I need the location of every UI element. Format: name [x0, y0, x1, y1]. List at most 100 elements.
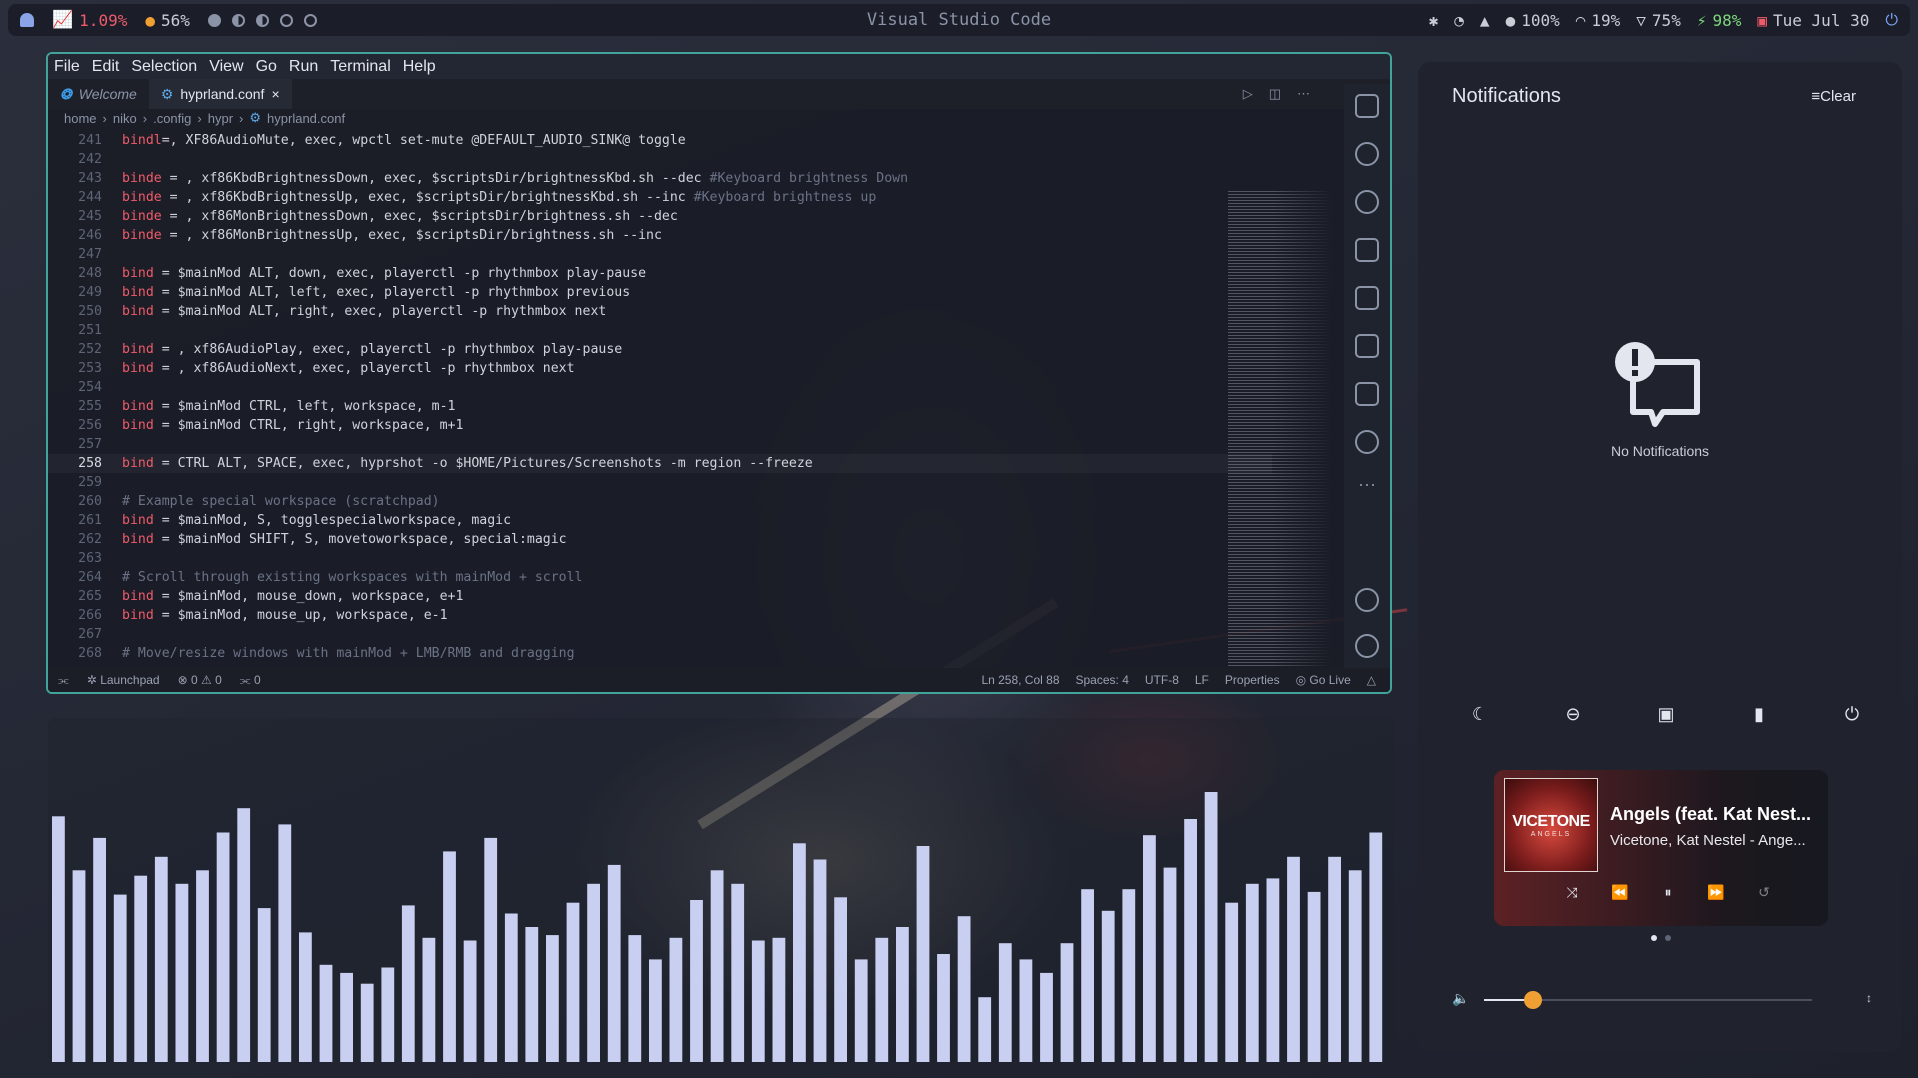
split-editor-icon[interactable]: ◫: [1269, 86, 1281, 102]
cursor-position[interactable]: Ln 258, Col 88: [981, 673, 1059, 687]
code-line[interactable]: 244 binde = , xf86KbdBrightnessUp, exec, …: [48, 188, 1272, 207]
next-icon[interactable]: ⏩: [1704, 884, 1728, 901]
code-line[interactable]: 259: [48, 473, 1272, 492]
video-icon[interactable]: ▮: [1745, 700, 1773, 728]
testing-icon[interactable]: [1355, 382, 1379, 406]
code-line[interactable]: 247: [48, 245, 1272, 264]
indentation[interactable]: Spaces: 4: [1076, 673, 1129, 687]
problems-item[interactable]: ⊗ 0 ⚠ 0: [178, 673, 222, 687]
more-icon[interactable]: ⋯: [1297, 86, 1310, 102]
menu-selection[interactable]: Selection: [131, 58, 197, 76]
dnd-icon[interactable]: ⊖: [1559, 700, 1587, 728]
volume-track[interactable]: [1484, 991, 1812, 1009]
clock-widget[interactable]: ▣ Tue Jul 30: [1757, 11, 1869, 30]
bell-icon[interactable]: △: [1367, 673, 1376, 687]
menu-file[interactable]: File: [54, 58, 80, 76]
tab-welcome[interactable]: ❂ Welcome: [48, 79, 149, 109]
camera-icon[interactable]: ▣: [1652, 700, 1680, 728]
code-line[interactable]: 248 bind = $mainMod ALT, down, exec, play…: [48, 264, 1272, 283]
code-line[interactable]: 253 bind = , xf86AudioNext, exec, playerc…: [48, 359, 1272, 378]
extensions-icon[interactable]: [1355, 286, 1379, 310]
clear-button[interactable]: ≡Clear: [1811, 88, 1856, 105]
speaker-icon[interactable]: 🔈: [1452, 990, 1469, 1007]
menu-edit[interactable]: Edit: [92, 58, 120, 76]
code-line[interactable]: 241 bindl=, XF86AudioMute, exec, wpctl se…: [48, 131, 1272, 150]
headset-widget[interactable]: ◠ 19%: [1576, 11, 1621, 30]
remote-explorer-icon[interactable]: [1355, 334, 1379, 358]
code-line[interactable]: 267: [48, 625, 1272, 644]
menu-view[interactable]: View: [209, 58, 243, 76]
code-line[interactable]: 266 bind = $mainMod, mouse_up, workspace,…: [48, 606, 1272, 625]
tab-hyprland-conf[interactable]: ⚙ hyprland.conf ×: [148, 79, 292, 109]
pager-dot[interactable]: [1665, 935, 1671, 941]
run-debug-icon[interactable]: [1355, 238, 1379, 262]
code-line[interactable]: 250 bind = $mainMod ALT, right, exec, pla…: [48, 302, 1272, 321]
pager-dot[interactable]: [1651, 935, 1657, 941]
code-line[interactable]: 255 bind = $mainMod CTRL, left, workspace…: [48, 397, 1272, 416]
menu-run[interactable]: Run: [289, 58, 318, 76]
minimap[interactable]: [1228, 191, 1338, 692]
ghost-icon[interactable]: [20, 13, 34, 27]
cpu-widget[interactable]: 📈 1.09%: [52, 10, 127, 30]
volume-knob[interactable]: [1524, 991, 1543, 1009]
menu-go[interactable]: Go: [256, 58, 277, 76]
account-icon[interactable]: [1355, 588, 1379, 612]
ports-item[interactable]: ⫘ 0: [240, 673, 261, 688]
workspace-dot[interactable]: [255, 13, 269, 27]
go-live[interactable]: ◎ Go Live: [1296, 673, 1351, 687]
code-line[interactable]: 254: [48, 378, 1272, 397]
bell-icon[interactable]: ▲: [1480, 11, 1490, 30]
close-icon[interactable]: ×: [271, 86, 279, 102]
wifi-icon[interactable]: ◔: [1454, 11, 1464, 30]
language-mode[interactable]: Properties: [1225, 673, 1280, 687]
volume-options-icon[interactable]: ↕: [1866, 991, 1872, 1005]
timeline-icon[interactable]: [1355, 430, 1379, 454]
explorer-icon[interactable]: [1355, 94, 1379, 118]
code-line[interactable]: 252 bind = , xf86AudioPlay, exec, playerc…: [48, 340, 1272, 359]
launchpad-item[interactable]: ✲ Launchpad: [87, 673, 160, 687]
code-line[interactable]: 265 bind = $mainMod, mouse_down, workspac…: [48, 587, 1272, 606]
power-icon[interactable]: ⏻: [1885, 10, 1898, 30]
moon-icon[interactable]: ☾: [1466, 700, 1494, 728]
wifi-widget[interactable]: ▽ 75%: [1636, 11, 1681, 30]
workspace-dot[interactable]: [279, 13, 293, 27]
volume-widget[interactable]: ● 100%: [1506, 11, 1560, 30]
remote-icon[interactable]: ⫘: [58, 673, 69, 688]
code-line[interactable]: 246 binde = , xf86MonBrightnessUp, exec, …: [48, 226, 1272, 245]
search-icon[interactable]: [1355, 142, 1379, 166]
code-line[interactable]: 263: [48, 549, 1272, 568]
breadcrumb-item[interactable]: hypr: [208, 111, 233, 126]
battery-widget[interactable]: ⚡ 98%: [1697, 11, 1742, 30]
repeat-icon[interactable]: ↺: [1752, 884, 1776, 901]
code-line[interactable]: 243 binde = , xf86KbdBrightnessDown, exec…: [48, 169, 1272, 188]
code-line[interactable]: 260 # Example special workspace (scratchp…: [48, 492, 1272, 511]
run-icon[interactable]: ▷: [1243, 86, 1253, 102]
code-line[interactable]: 258 bind = CTRL ALT, SPACE, exec, hyprsho…: [48, 454, 1272, 473]
breadcrumb-item[interactable]: home: [64, 111, 97, 126]
menu-help[interactable]: Help: [403, 58, 436, 76]
breadcrumb-item[interactable]: hyprland.conf: [267, 111, 345, 126]
settings-gear-icon[interactable]: [1355, 634, 1379, 658]
code-line[interactable]: 264 # Scroll through existing workspaces …: [48, 568, 1272, 587]
code-line[interactable]: 262 bind = $mainMod SHIFT, S, movetoworks…: [48, 530, 1272, 549]
source-control-icon[interactable]: [1355, 190, 1379, 214]
previous-icon[interactable]: ⏪: [1608, 884, 1632, 901]
code-line[interactable]: 268 # Move/resize windows with mainMod + …: [48, 644, 1272, 663]
code-editor[interactable]: 241 bindl=, XF86AudioMute, exec, wpctl se…: [48, 127, 1272, 668]
workspace-dot[interactable]: [231, 13, 245, 27]
workspace-dot[interactable]: [207, 13, 221, 27]
workspace-dot[interactable]: [303, 13, 317, 27]
menu-terminal[interactable]: Terminal: [330, 58, 390, 76]
bluetooth-icon[interactable]: ✱: [1429, 11, 1439, 30]
volume-slider[interactable]: 🔈 ↕: [1452, 988, 1872, 1012]
end-of-line[interactable]: LF: [1195, 673, 1209, 687]
shuffle-icon[interactable]: ⤨: [1560, 884, 1584, 901]
code-line[interactable]: 251: [48, 321, 1272, 340]
power-icon[interactable]: ⏻: [1838, 700, 1866, 728]
code-line[interactable]: 242: [48, 150, 1272, 169]
encoding[interactable]: UTF-8: [1145, 673, 1179, 687]
code-line[interactable]: 245 binde = , xf86MonBrightnessDown, exec…: [48, 207, 1272, 226]
breadcrumb-item[interactable]: niko: [113, 111, 137, 126]
workspace-dots[interactable]: [207, 13, 317, 27]
pause-icon[interactable]: ⏸: [1656, 884, 1680, 901]
